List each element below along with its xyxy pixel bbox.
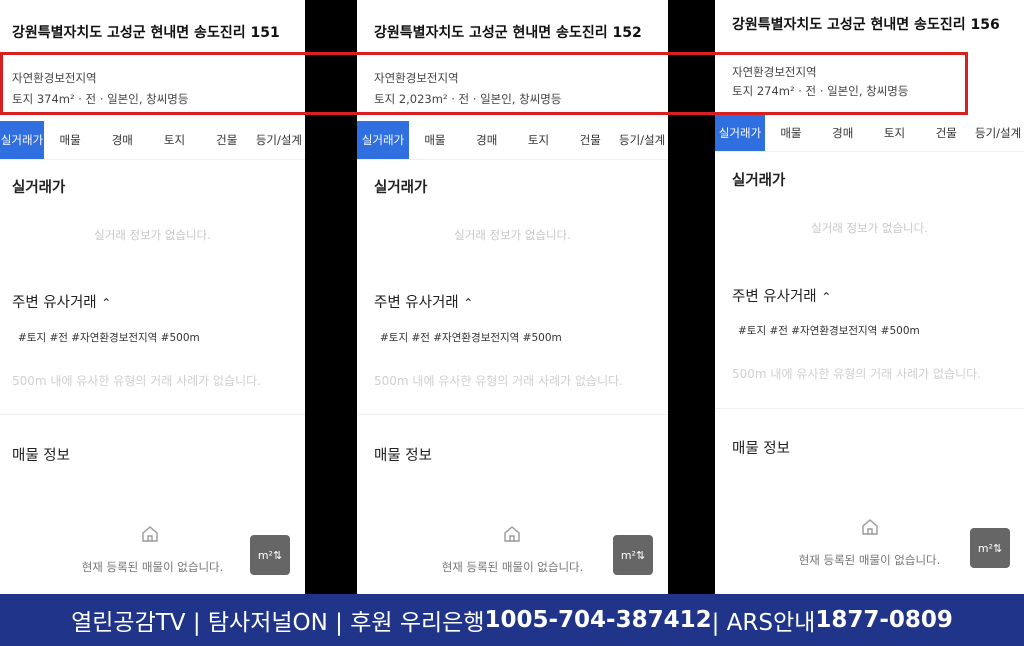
tab-auction[interactable]: 경매 [817,115,869,151]
tab-registry[interactable]: 등기/설계 [972,115,1024,151]
unit-toggle-button[interactable]: m²⇅ [613,535,653,575]
nearby-trades-toggle[interactable]: 주변 유사거래 ⌃ [12,291,111,312]
tab-land[interactable]: 토지 [148,121,200,159]
nearby-trades-toggle[interactable]: 주변 유사거래 ⌃ [732,285,831,306]
nearby-empty-message: 500m 내에 유사한 유형의 거래 사례가 없습니다. [12,374,261,388]
unit-toggle-button[interactable]: m²⇅ [970,528,1010,568]
banner-ars-label: | ARS안내 [711,610,816,636]
tab-land[interactable]: 토지 [513,121,565,159]
listing-info-heading: 매물 정보 [374,448,432,464]
tab-bar: 실거래가 매물 경매 토지 건물 등기/설계 [0,121,305,160]
tab-real-price[interactable]: 실거래가 [715,115,765,151]
chevron-up-icon: ⌃ [821,290,832,304]
unit-toggle-button[interactable]: m²⇅ [250,535,290,575]
real-price-heading: 실거래가 [732,173,786,189]
nearby-trades-heading: 주변 유사거래 [12,295,97,311]
tab-bar: 실거래가 매물 경매 토지 건물 등기/설계 [357,121,668,160]
highlight-box [0,52,968,115]
home-icon [504,526,520,542]
address-title: 강원특별자치도 고성군 현내면 송도진리 156 [732,17,1000,33]
tab-building[interactable]: 건물 [920,115,972,151]
real-price-empty-message: 실거래 정보가 없습니다. [94,228,211,242]
real-price-empty-message: 실거래 정보가 없습니다. [811,221,928,235]
nearby-empty-message: 500m 내에 유사한 유형의 거래 사례가 없습니다. [732,367,981,381]
section-divider [357,414,668,415]
nearby-trades-toggle[interactable]: 주변 유사거래 ⌃ [374,291,473,312]
tab-bar: 실거래가 매물 경매 토지 건물 등기/설계 [715,115,1024,152]
tab-building[interactable]: 건물 [564,121,616,159]
section-divider [715,408,1024,409]
tab-real-price[interactable]: 실거래가 [357,121,409,159]
tab-auction[interactable]: 경매 [96,121,148,159]
tab-land[interactable]: 토지 [869,115,921,151]
section-divider [0,414,305,415]
nearby-trades-heading: 주변 유사거래 [732,289,817,305]
tab-registry[interactable]: 등기/설계 [253,121,305,159]
chevron-up-icon: ⌃ [463,296,474,310]
real-price-heading: 실거래가 [374,180,428,196]
chevron-up-icon: ⌃ [101,296,112,310]
tab-auction[interactable]: 경매 [461,121,513,159]
listing-info-heading: 매물 정보 [732,441,790,457]
nearby-filter-tags: #토지 #전 #자연환경보전지역 #500m [380,332,562,344]
home-icon [862,519,878,535]
tab-listing[interactable]: 매물 [765,115,817,151]
banner-text: 열린공감TV | 탐사저널ON | 후원 우리은행 [71,610,485,636]
banner-account-number: 1005-704-387412 [484,607,712,633]
tab-listing[interactable]: 매물 [409,121,461,159]
banner-ars-number: 1877-0809 [815,607,953,633]
nearby-filter-tags: #토지 #전 #자연환경보전지역 #500m [18,332,200,344]
broadcast-banner: 열린공감TV | 탐사저널ON | 후원 우리은행 1005-704-38741… [0,594,1024,646]
home-icon [142,526,158,542]
nearby-filter-tags: #토지 #전 #자연환경보전지역 #500m [738,325,920,337]
real-price-empty-message: 실거래 정보가 없습니다. [454,228,571,242]
tab-listing[interactable]: 매물 [44,121,96,159]
nearby-trades-heading: 주변 유사거래 [374,295,459,311]
address-title: 강원특별자치도 고성군 현내면 송도진리 151 [12,25,280,41]
tab-real-price[interactable]: 실거래가 [0,121,44,159]
listing-info-heading: 매물 정보 [12,448,70,464]
tab-building[interactable]: 건물 [201,121,253,159]
real-price-heading: 실거래가 [12,180,66,196]
tab-registry[interactable]: 등기/설계 [616,121,668,159]
nearby-empty-message: 500m 내에 유사한 유형의 거래 사례가 없습니다. [374,374,623,388]
address-title: 강원특별자치도 고성군 현내면 송도진리 152 [374,25,642,41]
